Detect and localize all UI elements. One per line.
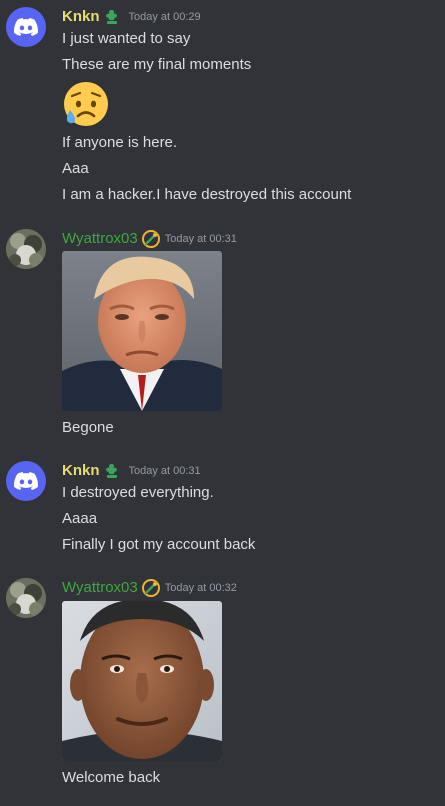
portrait-photo[interactable]: [62, 601, 222, 761]
wyattrox03-avatar[interactable]: [6, 578, 46, 618]
message-group-wyattrox03-2: Wyattrox03 Today at 00:32 Welcome back: [0, 0, 445, 806]
message-header: Wyattrox03 Today at 00:32: [62, 578, 237, 598]
message-text: Welcome back: [62, 769, 161, 786]
photo-image: [62, 601, 222, 761]
message-timestamp[interactable]: Today at 00:32: [165, 578, 237, 598]
nitro-badge-icon[interactable]: [141, 578, 161, 598]
username[interactable]: Wyattrox03: [62, 578, 138, 598]
avatar-image: [6, 578, 46, 618]
